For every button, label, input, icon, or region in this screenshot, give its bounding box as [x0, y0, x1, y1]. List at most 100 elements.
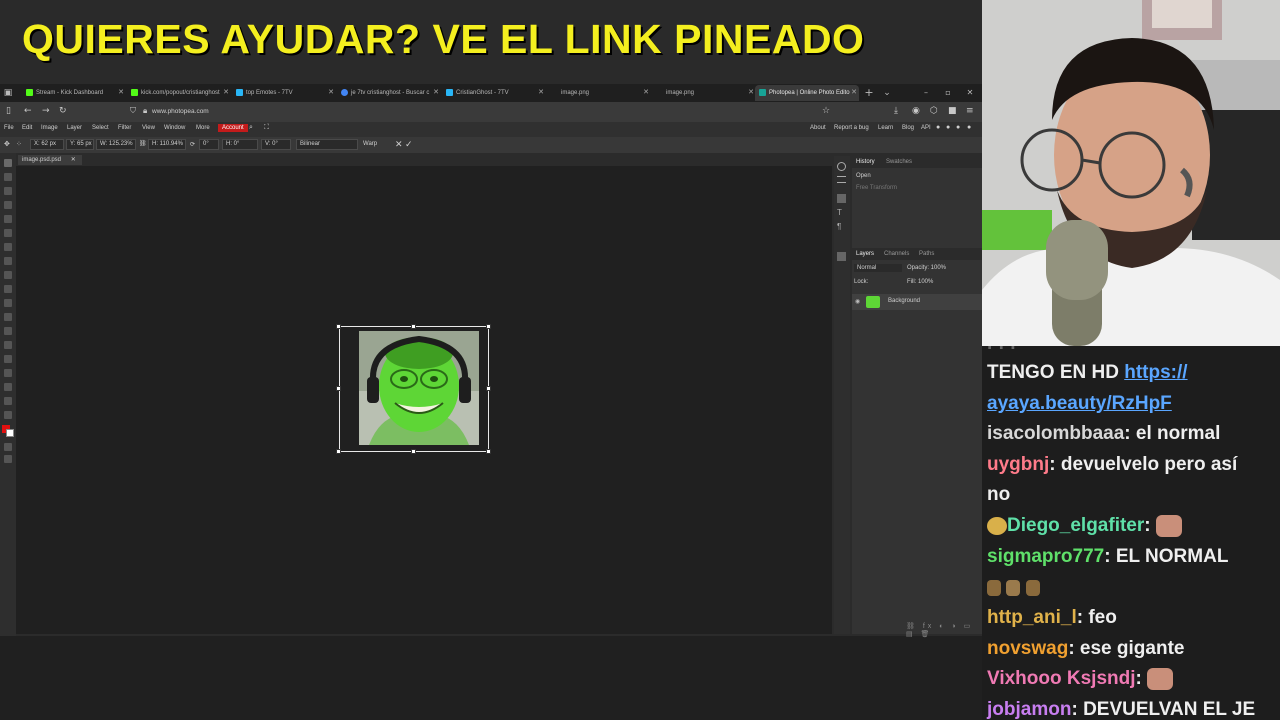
bookmark-star-icon[interactable]: ☆: [822, 106, 830, 116]
transform-handle[interactable]: [411, 449, 416, 454]
tab-swatches[interactable]: Swatches: [886, 159, 912, 165]
move-tool-icon[interactable]: [4, 159, 12, 167]
visibility-eye-icon[interactable]: ◉: [855, 298, 860, 305]
close-doc-icon[interactable]: ✕: [71, 157, 76, 163]
tab-layers[interactable]: Layers: [856, 251, 874, 257]
transform-handle[interactable]: [486, 324, 491, 329]
blur-icon[interactable]: [4, 313, 12, 321]
tab-kick-popout[interactable]: kick.com/popout/cristianghost ✕: [127, 85, 231, 101]
quick-mask-icon[interactable]: [4, 443, 12, 451]
link-report-bug[interactable]: Report a bug: [834, 125, 869, 131]
reference-point-icon[interactable]: ⁘: [16, 140, 22, 148]
tab-image-png-1[interactable]: image.png ✕: [547, 85, 651, 101]
minimize-icon[interactable]: –: [916, 84, 936, 102]
close-tab-icon[interactable]: ✕: [538, 85, 544, 101]
pen-tool-icon[interactable]: [4, 341, 12, 349]
menu-icon[interactable]: ≡: [966, 106, 974, 116]
magic-wand-icon[interactable]: [4, 201, 12, 209]
search-icon[interactable]: ⌕: [249, 124, 253, 132]
reload-icon[interactable]: ↻: [59, 106, 67, 116]
chat-username[interactable]: Diego_elgafiter: [1007, 515, 1144, 536]
discord-icon[interactable]: ●: [946, 124, 950, 131]
chat-username[interactable]: http_ani_l: [987, 607, 1077, 628]
link-api[interactable]: API: [921, 125, 931, 131]
crop-tool-icon[interactable]: [4, 215, 12, 223]
y-field[interactable]: Y: 65 px: [66, 139, 94, 150]
menu-more[interactable]: More: [196, 125, 210, 131]
extensions-icon[interactable]: ⬡: [930, 106, 938, 116]
close-tab-icon[interactable]: ✕: [223, 85, 229, 101]
x-field[interactable]: X: 62 px: [30, 139, 64, 150]
tab-kick-dashboard[interactable]: Stream - Kick Dashboard ✕: [22, 85, 126, 101]
menu-edit[interactable]: Edit: [22, 125, 32, 131]
transform-handle[interactable]: [336, 324, 341, 329]
marquee-tool-icon[interactable]: [4, 173, 12, 181]
document-tab[interactable]: image.psd.psd ✕: [18, 155, 82, 165]
rotation-field[interactable]: 0°: [199, 139, 219, 150]
history-icon[interactable]: [837, 162, 846, 171]
link-icon[interactable]: ⛓: [139, 140, 147, 147]
new-tab-icon[interactable]: +: [863, 87, 875, 99]
canvas-image[interactable]: [359, 331, 479, 445]
eyedropper-icon[interactable]: [4, 229, 12, 237]
close-tab-icon[interactable]: ✕: [643, 85, 649, 101]
blend-mode-select[interactable]: Normal: [854, 264, 902, 272]
shield-icon[interactable]: ⛉: [130, 106, 136, 116]
fullscreen-icon[interactable]: ⛶: [264, 124, 269, 132]
url-field[interactable]: www.photopea.com: [152, 108, 209, 115]
transform-handle[interactable]: [486, 449, 491, 454]
chat-username[interactable]: uygbnj: [987, 454, 1049, 475]
brush-tool-icon[interactable]: [4, 257, 12, 265]
transform-handle[interactable]: [411, 324, 416, 329]
link-blog[interactable]: Blog: [902, 125, 914, 131]
eraser-icon[interactable]: [4, 285, 12, 293]
tab-list-icon[interactable]: ⌄: [881, 87, 893, 99]
width-field[interactable]: W: 125.23%: [96, 139, 136, 150]
clone-stamp-icon[interactable]: [4, 271, 12, 279]
chat-username[interactable]: Vixhooo Ksjsndj: [987, 668, 1136, 689]
skew-v-field[interactable]: V: 0°: [261, 139, 291, 150]
transform-handle[interactable]: [486, 386, 491, 391]
chat-username[interactable]: jobjamon: [987, 699, 1071, 720]
reddit-icon[interactable]: ●: [936, 124, 940, 131]
close-tab-icon[interactable]: ✕: [851, 85, 857, 101]
close-tab-icon[interactable]: ✕: [748, 85, 754, 101]
browser-menu-icon[interactable]: ▣: [2, 87, 14, 99]
interpolation-select[interactable]: Bilinear: [296, 139, 358, 150]
close-window-icon[interactable]: ✕: [960, 84, 980, 102]
extension-red-icon[interactable]: ■: [948, 106, 957, 116]
transform-handle[interactable]: [336, 386, 341, 391]
shape-tool-icon[interactable]: [4, 383, 12, 391]
zoom-tool-icon[interactable]: [4, 411, 12, 419]
menu-select[interactable]: Select: [92, 125, 109, 131]
properties-icon[interactable]: [837, 176, 846, 183]
tab-image-png-2[interactable]: image.png ✕: [652, 85, 756, 101]
close-tab-icon[interactable]: ✕: [433, 85, 439, 101]
commit-transform-icon[interactable]: ✓: [405, 139, 413, 150]
tab-history[interactable]: History: [856, 159, 875, 165]
menu-layer[interactable]: Layer: [67, 125, 82, 131]
character-icon[interactable]: T: [837, 208, 846, 217]
height-field[interactable]: H: 110.94%: [148, 139, 186, 150]
maximize-icon[interactable]: ▫: [938, 84, 958, 102]
tab-cristianghost-7tv[interactable]: CristianGhost - 7TV ✕: [442, 85, 546, 101]
layer-row[interactable]: ◉ Background: [852, 294, 982, 310]
tab-top-emotes[interactable]: top Emotes - 7TV ✕: [232, 85, 336, 101]
tab-channels[interactable]: Channels: [884, 251, 909, 257]
download-icon[interactable]: ⤓: [894, 106, 898, 116]
forward-icon[interactable]: →: [42, 106, 50, 116]
facebook-icon[interactable]: ●: [967, 124, 971, 131]
opacity-field[interactable]: Opacity: 100%: [907, 265, 946, 271]
chat-username[interactable]: isacolombbaaa: [987, 423, 1124, 444]
brush-settings-icon[interactable]: [837, 194, 846, 203]
account-button[interactable]: Account: [218, 124, 248, 132]
menu-image[interactable]: Image: [41, 125, 58, 131]
healing-brush-icon[interactable]: [4, 243, 12, 251]
lasso-tool-icon[interactable]: [4, 187, 12, 195]
close-tab-icon[interactable]: ✕: [328, 85, 334, 101]
text-tool-icon[interactable]: [4, 355, 12, 363]
warp-button[interactable]: Warp: [363, 141, 377, 147]
chat-username[interactable]: sigmapro777: [987, 546, 1104, 567]
fill-field[interactable]: Fill: 100%: [907, 279, 933, 285]
back-icon[interactable]: ←: [24, 106, 32, 116]
